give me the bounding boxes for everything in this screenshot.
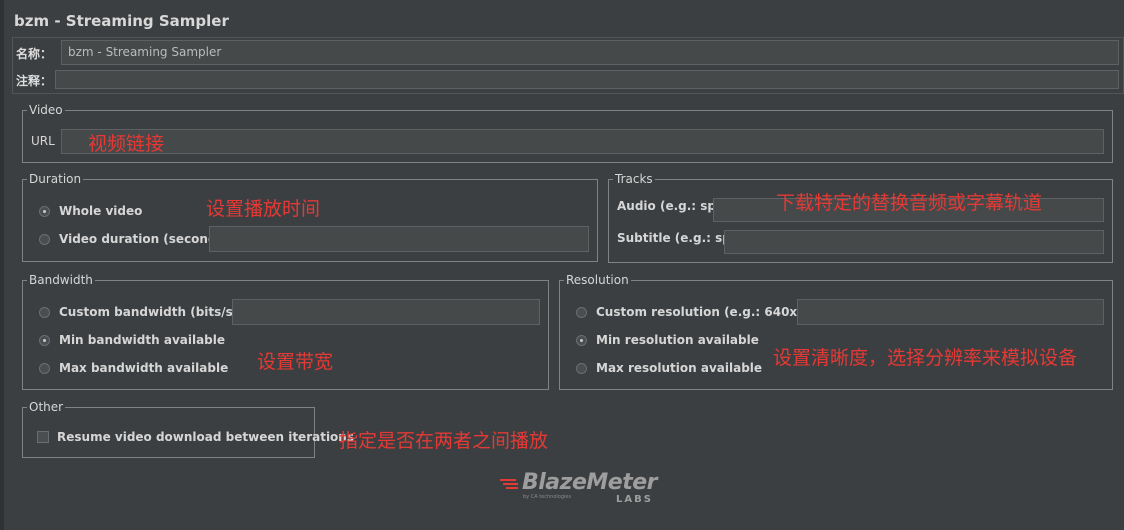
page-title: bzm - Streaming Sampler — [14, 12, 229, 30]
tracks-annotation: 下载特定的替换音频或字幕轨道 — [776, 192, 1043, 214]
min-resolution-radio[interactable] — [576, 335, 587, 346]
other-annotation: 指定是否在两者之间播放 — [339, 430, 549, 452]
name-field[interactable]: bzm - Streaming Sampler — [61, 40, 1119, 65]
max-resolution-label: Max resolution available — [596, 361, 763, 375]
comment-field[interactable] — [55, 70, 1119, 89]
resume-download-checkbox[interactable] — [37, 431, 49, 443]
tracks-legend: Tracks — [615, 172, 653, 186]
resume-download-label: Resume video download between iterations — [57, 430, 354, 444]
min-bandwidth-label: Min bandwidth available — [59, 333, 226, 347]
logo-brand-text: BlazeMeter — [522, 470, 657, 495]
whole-video-label: Whole video — [59, 204, 143, 218]
whole-video-radio[interactable] — [39, 206, 50, 217]
window-left-edge — [0, 0, 4, 530]
video-legend: Video — [29, 103, 63, 117]
logo-sub-text: by CA technologies — [523, 494, 572, 500]
url-label: URL — [31, 134, 55, 148]
logo-labs-text: LABS — [616, 494, 653, 505]
max-bandwidth-radio[interactable] — [39, 363, 50, 374]
video-annotation: 视频链接 — [88, 133, 165, 155]
url-field[interactable] — [61, 129, 1104, 154]
subtitle-input[interactable] — [724, 230, 1104, 254]
other-legend: Other — [29, 400, 64, 414]
subtitle-label: Subtitle (e.g.: sp): — [617, 231, 742, 245]
bandwidth-legend: Bandwidth — [29, 273, 93, 287]
max-resolution-radio[interactable] — [576, 363, 587, 374]
video-duration-radio[interactable] — [39, 234, 50, 245]
custom-bandwidth-label: Custom bandwidth (bits/sec): — [59, 305, 259, 319]
resolution-annotation: 设置清晰度，选择分辨率来模拟设备 — [773, 347, 1078, 369]
audio-label: Audio (e.g.: sp): — [617, 199, 727, 213]
blazemeter-flame-icon — [500, 479, 518, 489]
min-resolution-label: Min resolution available — [596, 333, 759, 347]
name-label: 名称： — [16, 47, 53, 61]
duration-annotation: 设置播放时间 — [206, 198, 321, 220]
custom-resolution-radio[interactable] — [576, 307, 587, 318]
duration-legend: Duration — [29, 172, 82, 186]
custom-bandwidth-radio[interactable] — [39, 307, 50, 318]
video-duration-label: Video duration (seconds): — [59, 232, 234, 246]
comment-label: 注释： — [16, 74, 53, 88]
min-bandwidth-radio[interactable] — [39, 335, 50, 346]
resolution-legend: Resolution — [566, 273, 629, 287]
custom-resolution-input[interactable] — [797, 299, 1104, 325]
video-duration-input[interactable] — [209, 226, 589, 252]
blazemeter-labs-logo: BlazeMeter by CA technologies LABS — [498, 470, 658, 510]
custom-bandwidth-input[interactable] — [232, 299, 540, 325]
max-bandwidth-label: Max bandwidth available — [59, 361, 229, 375]
bandwidth-annotation: 设置带宽 — [257, 351, 334, 373]
